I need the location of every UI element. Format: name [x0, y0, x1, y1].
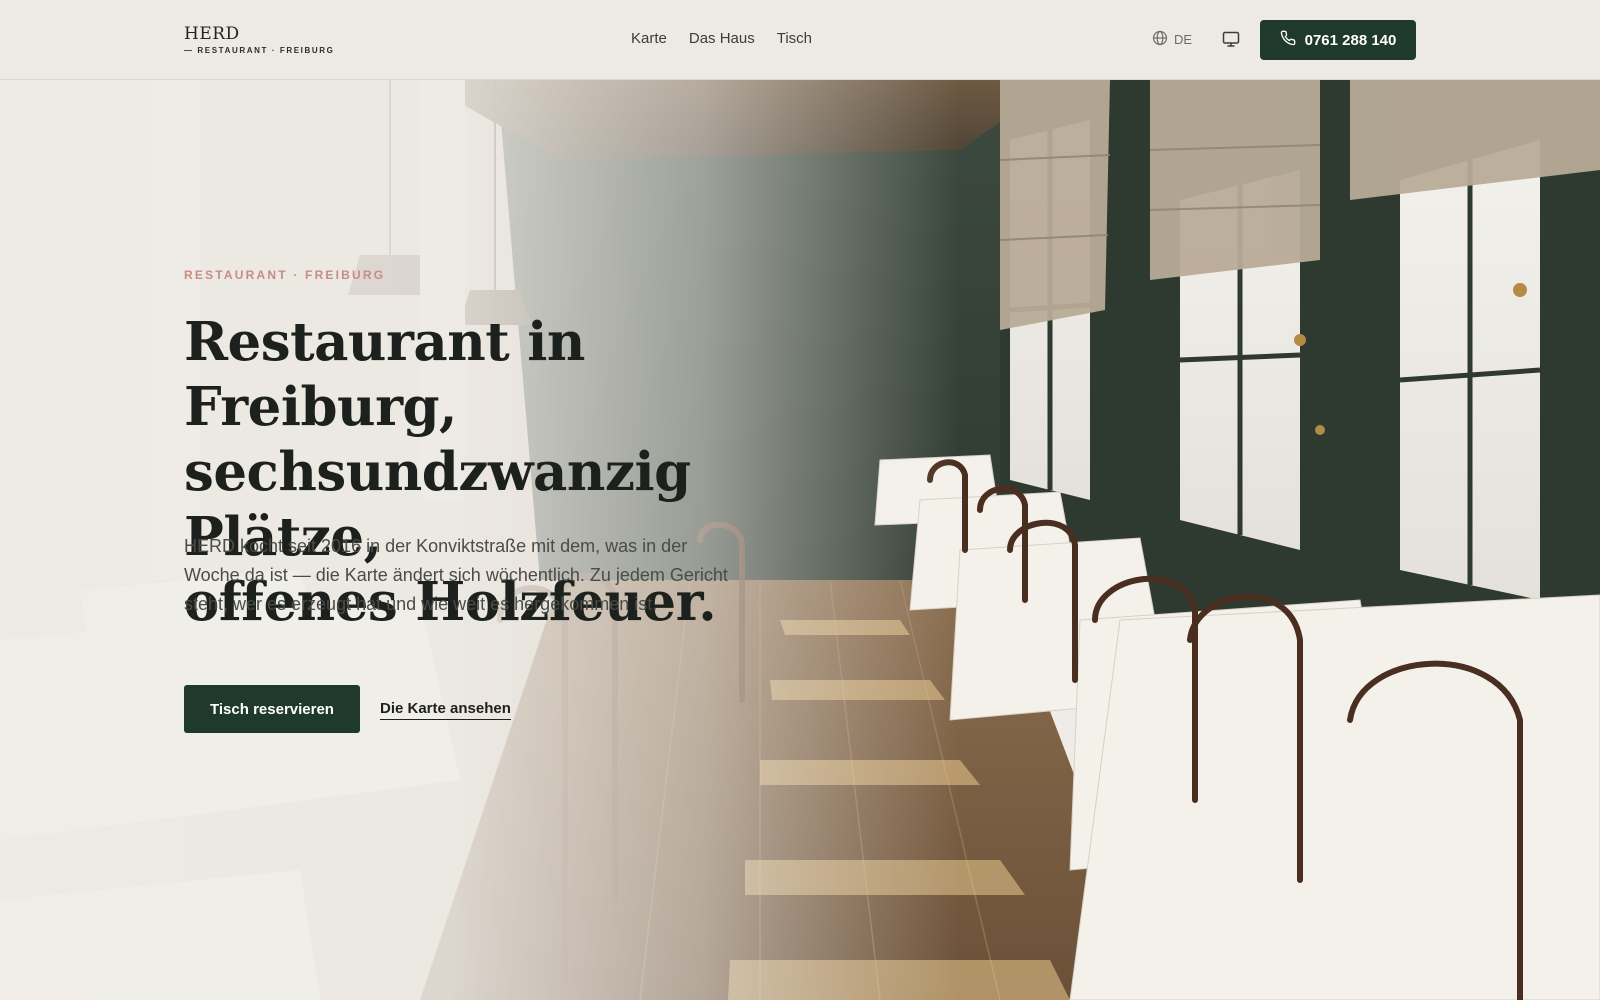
- nav-item-tisch[interactable]: Tisch: [777, 30, 812, 47]
- reserve-table-button[interactable]: Tisch reservieren: [184, 685, 360, 733]
- logo[interactable]: HERD — RESTAURANT · FREIBURG: [184, 24, 334, 55]
- hero-eyebrow: RESTAURANT · FREIBURG: [184, 268, 386, 282]
- language-switcher[interactable]: DE: [1152, 30, 1192, 49]
- logo-wordmark: HERD: [184, 24, 240, 44]
- main-nav: Karte Das Haus Tisch: [631, 30, 812, 47]
- language-label: DE: [1174, 32, 1193, 47]
- phone-call-button[interactable]: 0761 288 140: [1260, 20, 1416, 60]
- globe-icon: [1152, 30, 1168, 49]
- site-header: HERD — RESTAURANT · FREIBURG Karte Das H…: [0, 0, 1600, 80]
- logo-tagline: — RESTAURANT · FREIBURG: [184, 46, 335, 55]
- hero-lead-text: HERD kocht seit 2016 in der Konviktstraß…: [184, 536, 728, 614]
- nav-item-das-haus[interactable]: Das Haus: [689, 30, 755, 47]
- headline-line: Restaurant in Freiburg,: [184, 311, 585, 438]
- nav-item-karte[interactable]: Karte: [631, 30, 667, 47]
- monitor-icon: [1221, 31, 1241, 53]
- display-mode-button[interactable]: [1221, 29, 1241, 49]
- view-menu-link[interactable]: Die Karte ansehen: [380, 700, 511, 720]
- page: HERD — RESTAURANT · FREIBURG Karte Das H…: [0, 0, 1600, 1000]
- phone-number: 0761 288 140: [1304, 31, 1397, 49]
- phone-icon: [1280, 30, 1296, 50]
